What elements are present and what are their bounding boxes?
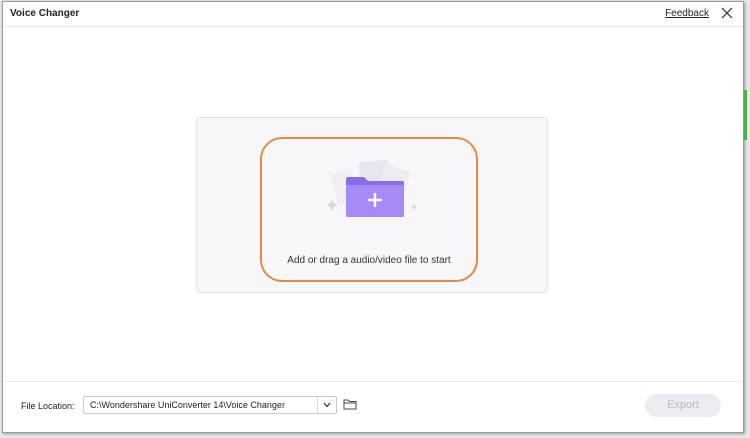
add-file-drop-zone[interactable]: Add or drag a audio/video file to start (260, 137, 478, 282)
folder-icon[interactable] (343, 398, 357, 410)
window-title: Voice Changer (10, 8, 80, 19)
add-folder-icon (328, 160, 416, 217)
file-location-label: File Location: (21, 401, 75, 411)
voice-changer-window: Voice Changer Feedback Add or drag a aud… (2, 1, 747, 433)
background-app-edge (744, 90, 747, 140)
export-button[interactable]: Export (645, 394, 721, 417)
file-drop-panel: Add or drag a audio/video file to start (196, 117, 548, 293)
file-location-value: C:\Wondershare UniConverter 14\Voice Cha… (90, 400, 285, 410)
chevron-down-icon[interactable] (317, 397, 336, 413)
footer-bar: File Location: C:\Wondershare UniConvert… (3, 381, 743, 432)
feedback-link[interactable]: Feedback (665, 8, 709, 19)
drop-zone-prompt: Add or drag a audio/video file to start (287, 255, 451, 266)
close-icon[interactable] (720, 6, 734, 20)
title-bar: Voice Changer Feedback (3, 2, 743, 27)
file-location-select[interactable]: C:\Wondershare UniConverter 14\Voice Cha… (83, 396, 337, 414)
